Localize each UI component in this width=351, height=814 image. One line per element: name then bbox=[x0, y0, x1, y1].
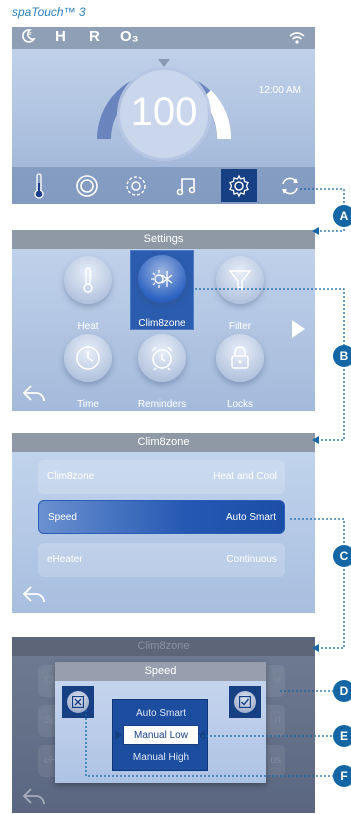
option-auto-smart[interactable]: Auto Smart bbox=[123, 704, 199, 724]
back-arrow-icon bbox=[22, 787, 46, 805]
dimmed-text: Cl bbox=[44, 675, 54, 686]
status-bar: z H R O₃ bbox=[12, 27, 315, 49]
reminders-tile[interactable]: Reminders bbox=[130, 330, 194, 410]
option-manual-high[interactable]: Manual High bbox=[123, 748, 199, 768]
thermometer-icon bbox=[64, 256, 112, 304]
sun-snowflake-icon bbox=[138, 255, 186, 303]
circle-icon[interactable] bbox=[69, 169, 105, 202]
svg-text:z: z bbox=[29, 31, 32, 37]
clim8zone-header-dimmed: Clim8zone bbox=[12, 637, 315, 656]
dimmed-text: us bbox=[270, 755, 281, 766]
dimmed-text: rt bbox=[274, 715, 281, 726]
selection-left-arrow-icon bbox=[115, 730, 122, 740]
clim8zone-mode-value: Heat and Cool bbox=[213, 471, 277, 482]
music-icon[interactable] bbox=[169, 169, 205, 202]
callout-c: C bbox=[333, 545, 351, 567]
clock-icon bbox=[64, 334, 112, 382]
locks-tile-label: Locks bbox=[226, 399, 254, 410]
selection-right-arrow-icon bbox=[198, 730, 205, 740]
eheater-label: eHeater bbox=[47, 554, 83, 565]
time-tile-label: Time bbox=[77, 399, 99, 410]
ready-status-indicator: R bbox=[89, 28, 100, 45]
callout-b: B bbox=[333, 345, 351, 367]
lock-icon bbox=[216, 334, 264, 382]
time-tile[interactable]: Time bbox=[56, 330, 120, 410]
option-manual-low[interactable]: Manual Low bbox=[123, 725, 199, 745]
gauge-pointer-icon bbox=[158, 59, 170, 67]
back-arrow-icon[interactable] bbox=[22, 585, 46, 603]
reminders-tile-label: Reminders bbox=[137, 399, 187, 410]
pump-icon[interactable] bbox=[118, 169, 154, 202]
clim8zone-header: Clim8zone bbox=[12, 433, 315, 452]
clim8zone-mode-label: Clim8zone bbox=[47, 471, 95, 482]
brand-title: spaTouch™ 3 bbox=[12, 5, 86, 19]
settings-header: Settings bbox=[12, 230, 315, 249]
callout-e: E bbox=[333, 725, 351, 747]
callout-f: F bbox=[333, 765, 351, 787]
speed-picker[interactable]: Auto Smart Manual Low Manual High bbox=[112, 699, 208, 771]
clim8zone-mode-row[interactable]: Clim8zone Heat and Cool bbox=[38, 460, 285, 494]
gear-icon[interactable] bbox=[221, 169, 257, 202]
thermometer-icon[interactable] bbox=[21, 169, 57, 202]
wifi-icon bbox=[289, 31, 305, 49]
sync-icon[interactable] bbox=[272, 169, 308, 202]
clock: 12:00 AM bbox=[258, 85, 301, 96]
settings-screen: Settings Heat Clim8zone Filter Time Remi… bbox=[12, 230, 315, 411]
main-screen: z H R O₃ 100 12:00 AM bbox=[12, 27, 315, 204]
confirm-button[interactable] bbox=[229, 686, 261, 718]
back-arrow-icon[interactable] bbox=[22, 384, 46, 402]
speed-label: Speed bbox=[48, 512, 77, 523]
dimmed-text: ol bbox=[273, 675, 281, 686]
speed-dialog-title: Speed bbox=[55, 662, 266, 681]
main-nav-bar bbox=[12, 167, 315, 204]
speed-dialog: Speed Auto Smart Manual Low Manual High bbox=[55, 662, 266, 783]
speed-dialog-screen: Clim8zone Cl ol Sp rt eH us Speed Auto S… bbox=[12, 637, 315, 813]
eheater-value: Continuous bbox=[226, 554, 277, 565]
checkmark-icon bbox=[234, 691, 256, 713]
callout-d: D bbox=[333, 680, 351, 702]
heat-tile[interactable]: Heat bbox=[56, 252, 120, 332]
filter-funnel-icon bbox=[216, 256, 264, 304]
speed-value: Auto Smart bbox=[225, 512, 276, 523]
next-page-icon[interactable] bbox=[292, 320, 305, 338]
filter-tile[interactable]: Filter bbox=[208, 252, 272, 332]
speed-row[interactable]: Speed Auto Smart bbox=[38, 500, 285, 534]
close-icon bbox=[67, 691, 89, 713]
clim8zone-screen: Clim8zone Clim8zone Heat and Cool Speed … bbox=[12, 433, 315, 613]
temperature-value: 100 bbox=[130, 90, 198, 134]
eheater-row[interactable]: eHeater Continuous bbox=[38, 543, 285, 577]
heat-status-indicator: H bbox=[55, 28, 66, 45]
locks-tile[interactable]: Locks bbox=[208, 330, 272, 410]
moon-icon: z bbox=[20, 28, 36, 48]
clim8zone-tile-label: Clim8zone bbox=[138, 318, 186, 329]
clim8zone-tile[interactable]: Clim8zone bbox=[130, 250, 194, 330]
alarm-clock-icon bbox=[138, 334, 186, 382]
cancel-button[interactable] bbox=[62, 686, 94, 718]
callout-a: A bbox=[333, 205, 351, 227]
ozone-status-indicator: O₃ bbox=[120, 28, 139, 45]
